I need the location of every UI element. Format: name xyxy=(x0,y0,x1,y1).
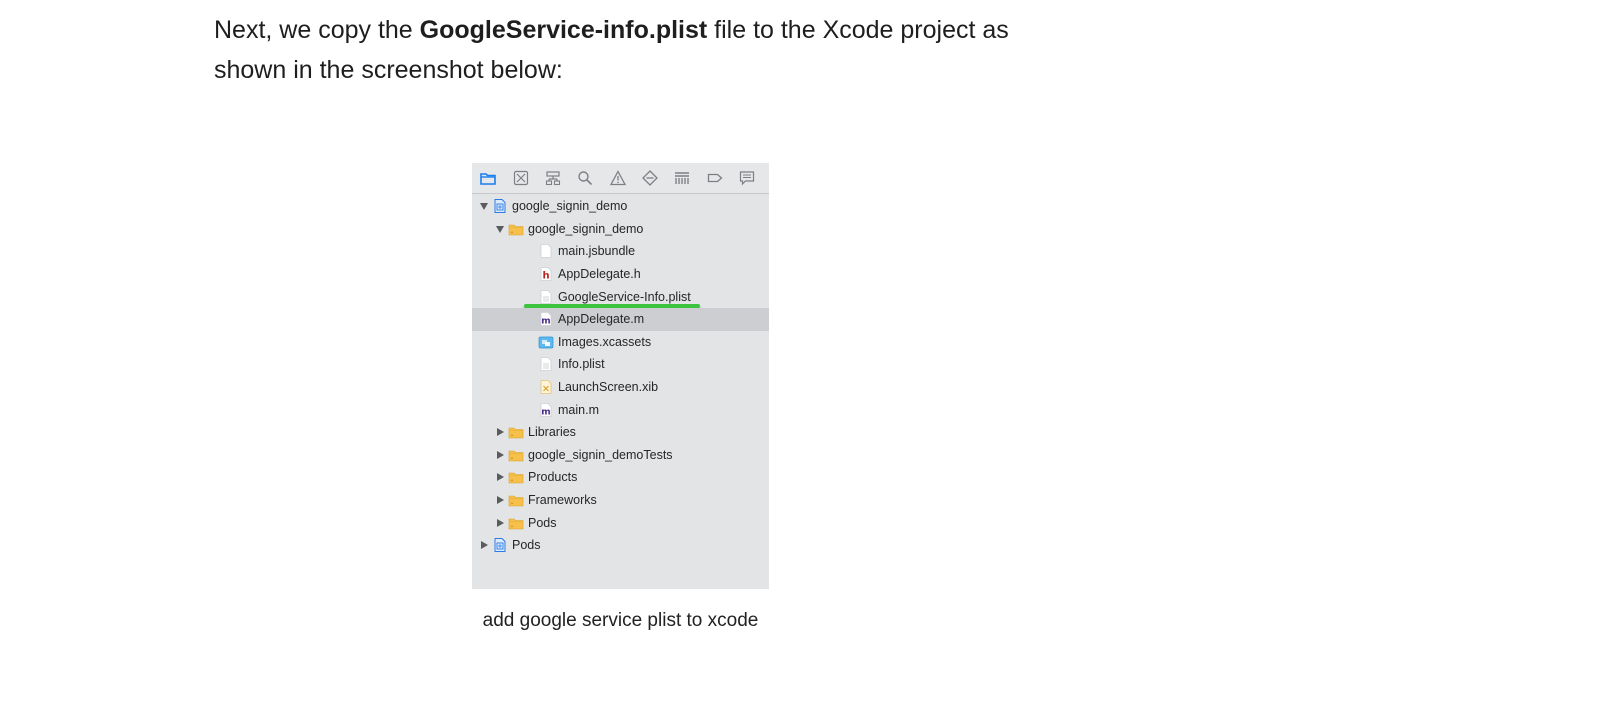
disclosure-closed-icon[interactable] xyxy=(494,517,506,529)
tree-row-label: google_signin_demo xyxy=(528,221,644,236)
tree-row[interactable]: Pods xyxy=(472,534,769,557)
tree-row[interactable]: Images.xcassets xyxy=(472,331,769,354)
svg-text:m: m xyxy=(541,407,550,417)
source-control-icon[interactable] xyxy=(510,167,531,189)
svg-text:m: m xyxy=(541,317,550,327)
disclosure-open-icon[interactable] xyxy=(478,200,490,212)
tree-row-label: main.jsbundle xyxy=(558,244,636,259)
tree-row-label: Pods xyxy=(512,538,541,553)
tree-row[interactable]: Info.plist xyxy=(472,353,769,376)
project-icon xyxy=(492,198,508,214)
folder-icon xyxy=(508,469,524,485)
disclosure-closed-icon[interactable] xyxy=(478,539,490,551)
tree-row-label: Products xyxy=(528,470,578,485)
tree-row[interactable]: m AppDelegate.m xyxy=(472,307,769,331)
tree-row-label: google_signin_demoTests xyxy=(528,447,673,462)
tree-row-label: Pods xyxy=(528,515,557,530)
report-icon[interactable] xyxy=(737,167,758,189)
folder-icon xyxy=(508,515,524,531)
figure-caption: add google service plist to xcode xyxy=(482,610,759,631)
folder-icon xyxy=(508,221,524,237)
tree-row[interactable]: GoogleService-Info.plist xyxy=(472,285,769,309)
project-tree: google_signin_demo google_signin_demomain… xyxy=(472,194,769,557)
xib-icon xyxy=(538,379,554,395)
intro-text-before: Next, we copy the xyxy=(214,16,420,44)
intro-filename: GoogleService-info.plist xyxy=(419,16,708,44)
tree-row-label: google_signin_demo xyxy=(512,199,628,214)
folder-icon xyxy=(508,447,524,463)
disclosure-closed-icon[interactable] xyxy=(494,449,506,461)
tree-row-label: GoogleService-Info.plist xyxy=(558,289,691,304)
tree-row[interactable]: h AppDelegate.h xyxy=(472,263,769,286)
tree-row-label: LaunchScreen.xib xyxy=(558,380,659,395)
hierarchy-icon[interactable] xyxy=(543,167,564,189)
tree-row[interactable]: m main.m xyxy=(472,398,769,421)
file-icon xyxy=(538,243,554,259)
tree-row-label: main.m xyxy=(558,402,599,417)
tree-row[interactable]: google_signin_demo xyxy=(472,195,769,218)
tree-row-label: Frameworks xyxy=(528,493,597,508)
plist-icon xyxy=(538,356,554,372)
svg-text:h: h xyxy=(542,271,549,282)
tree-row[interactable]: Frameworks xyxy=(472,489,769,512)
tree-row[interactable]: Libraries xyxy=(472,421,769,444)
intro-paragraph: Next, we copy the GoogleService-info.pli… xyxy=(214,10,1014,90)
xcode-navigator-screenshot: google_signin_demo google_signin_demomain… xyxy=(472,163,769,589)
assets-icon xyxy=(538,334,554,350)
navigator-toolbar xyxy=(472,163,769,194)
tree-row-label: AppDelegate.m xyxy=(558,312,645,327)
folder-icon[interactable] xyxy=(478,167,499,189)
disclosure-closed-icon[interactable] xyxy=(494,471,506,483)
disclosure-closed-icon[interactable] xyxy=(494,426,506,438)
objc-file-icon: m xyxy=(538,311,554,327)
project-icon xyxy=(492,537,508,553)
debug-icon[interactable] xyxy=(672,167,693,189)
breakpoint-icon[interactable] xyxy=(704,167,725,189)
folder-icon xyxy=(508,492,524,508)
disclosure-closed-icon[interactable] xyxy=(494,494,506,506)
tree-row-label: Libraries xyxy=(528,425,576,440)
tree-row[interactable]: google_signin_demo xyxy=(472,218,769,241)
header-file-icon: h xyxy=(538,266,554,282)
search-icon[interactable] xyxy=(575,167,596,189)
tree-row-label: Info.plist xyxy=(558,357,605,372)
tree-row[interactable]: Pods xyxy=(472,511,769,534)
tree-row-label: AppDelegate.h xyxy=(558,267,641,282)
disclosure-open-icon[interactable] xyxy=(494,223,506,235)
test-icon[interactable] xyxy=(640,167,661,189)
tree-row[interactable]: LaunchScreen.xib xyxy=(472,376,769,399)
folder-icon xyxy=(508,424,524,440)
tree-row[interactable]: google_signin_demoTests xyxy=(472,444,769,467)
plist-icon xyxy=(538,289,554,305)
tree-row[interactable]: main.jsbundle xyxy=(472,240,769,263)
objc-file-icon: m xyxy=(538,402,554,418)
tree-row-label: Images.xcassets xyxy=(558,334,652,349)
tree-row[interactable]: Products xyxy=(472,466,769,489)
warning-icon[interactable] xyxy=(607,167,628,189)
